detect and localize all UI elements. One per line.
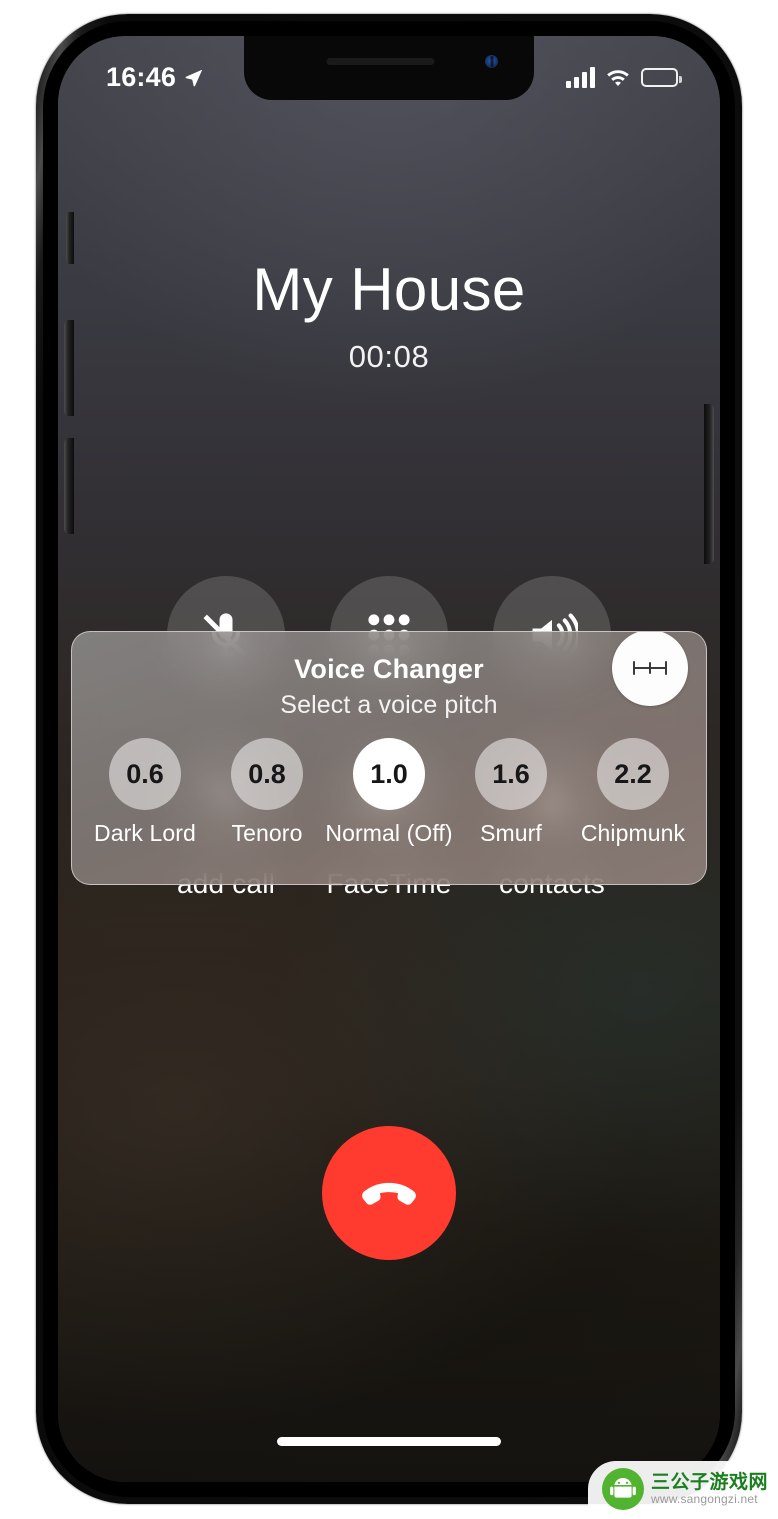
pitch-label: Normal (Off) (325, 820, 453, 846)
pitch-value: 0.6 (109, 738, 181, 810)
voice-panel-header: Voice Changer Select a voice pitch (72, 632, 706, 720)
voice-panel-subtitle: Select a voice pitch (280, 691, 498, 719)
pitch-options-row: 0.6 Dark Lord 0.8 Tenoro 1.0 Normal (Off… (72, 720, 706, 847)
phone-screen: 16:46 My House 00:08 Voice Changer Selec… (58, 36, 720, 1482)
silent-switch[interactable] (66, 212, 74, 264)
pitch-value: 0.8 (231, 738, 303, 810)
end-call-button[interactable] (322, 1126, 456, 1260)
android-robot-icon (601, 1468, 644, 1510)
watermark-title: 三公子游戏网 (650, 1471, 768, 1493)
wifi-icon (607, 70, 629, 86)
voice-panel-title: Voice Changer (294, 654, 484, 684)
watermark: 三公子游戏网 www.sangongzi.net (587, 1461, 776, 1517)
pitch-value: 1.0 (353, 738, 425, 810)
pitch-slider-button[interactable] (612, 632, 688, 706)
volume-up-button[interactable] (64, 320, 74, 416)
watermark-text: 三公子游戏网 www.sangongzi.net (651, 1472, 768, 1507)
pitch-label: Dark Lord (94, 820, 196, 846)
home-indicator[interactable] (277, 1437, 501, 1446)
pitch-label: Chipmunk (580, 820, 686, 846)
pitch-label: Tenoro (231, 820, 303, 846)
pitch-option-normal[interactable]: 1.0 Normal (Off) (325, 738, 453, 847)
volume-down-button[interactable] (64, 438, 74, 534)
watermark-url: www.sangongzi.net (650, 1491, 758, 1506)
location-arrow-icon (185, 69, 203, 86)
pitch-value: 2.2 (597, 738, 669, 810)
caller-name: My House (252, 256, 526, 323)
status-time: 16:46 (106, 61, 177, 92)
pitch-option-tenoro[interactable]: 0.8 Tenoro (208, 738, 326, 847)
cellular-signal-icon (566, 66, 595, 88)
call-header: My House 00:08 (58, 258, 720, 375)
pitch-value: 1.6 (475, 738, 547, 810)
call-duration: 00:08 (348, 339, 430, 374)
voice-changer-panel: Voice Changer Select a voice pitch 0.6 D… (71, 631, 707, 885)
pitch-label: Smurf (480, 820, 542, 846)
end-call-handset-icon (362, 1182, 416, 1205)
pitch-option-chipmunk[interactable]: 2.2 Chipmunk (574, 738, 692, 847)
pitch-option-smurf[interactable]: 1.6 Smurf (452, 738, 570, 847)
pitch-slider-icon (633, 661, 667, 675)
status-bar-right (566, 66, 682, 88)
battery-icon (641, 67, 682, 87)
screenshot-root: 16:46 My House 00:08 Voice Changer Selec… (0, 0, 778, 1519)
status-bar-left: 16:46 (106, 62, 203, 93)
pitch-option-dark-lord[interactable]: 0.6 Dark Lord (86, 738, 204, 847)
power-button[interactable] (704, 404, 714, 564)
status-bar: 16:46 (58, 36, 720, 100)
